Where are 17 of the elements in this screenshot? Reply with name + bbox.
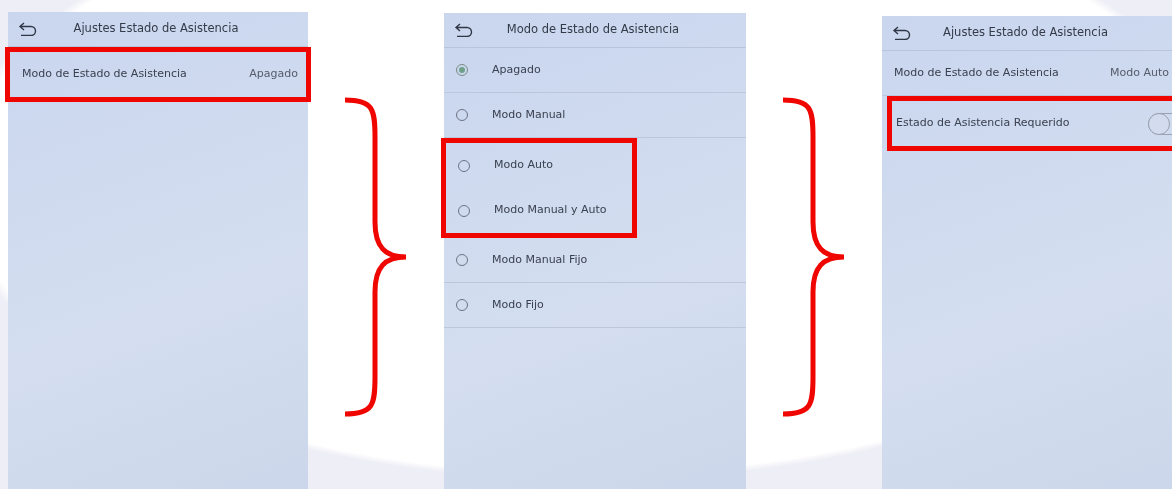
screen-title: Modo de Estado de Asistencia (505, 21, 681, 39)
radio-option[interactable]: Apagado (444, 48, 746, 93)
radio-option[interactable]: Modo Fijo (444, 283, 746, 328)
setting-value: Modo Auto (1110, 64, 1169, 81)
screen-title: Ajustes Estado de Asistencia (72, 20, 240, 38)
settings-row[interactable]: Modo de Estado de Asistencia Apagado (10, 52, 306, 97)
setting-value: Apagado (249, 66, 298, 83)
settings-row[interactable]: Estado de Asistencia Requerido (892, 101, 1172, 146)
radio-option[interactable]: Modo Manual y Auto (446, 188, 632, 233)
back-icon[interactable] (892, 26, 912, 40)
radio-option[interactable]: Modo Auto (446, 143, 632, 188)
settings-row[interactable]: Modo de Estado de Asistencia Modo Auto (882, 51, 1172, 96)
back-icon[interactable] (454, 23, 474, 37)
screen-title: Ajustes Estado de Asistencia (942, 24, 1109, 42)
radio-option[interactable]: Modo Manual (444, 93, 746, 138)
back-icon[interactable] (18, 22, 38, 36)
radio-option[interactable]: Modo Manual Fijo (444, 238, 746, 283)
